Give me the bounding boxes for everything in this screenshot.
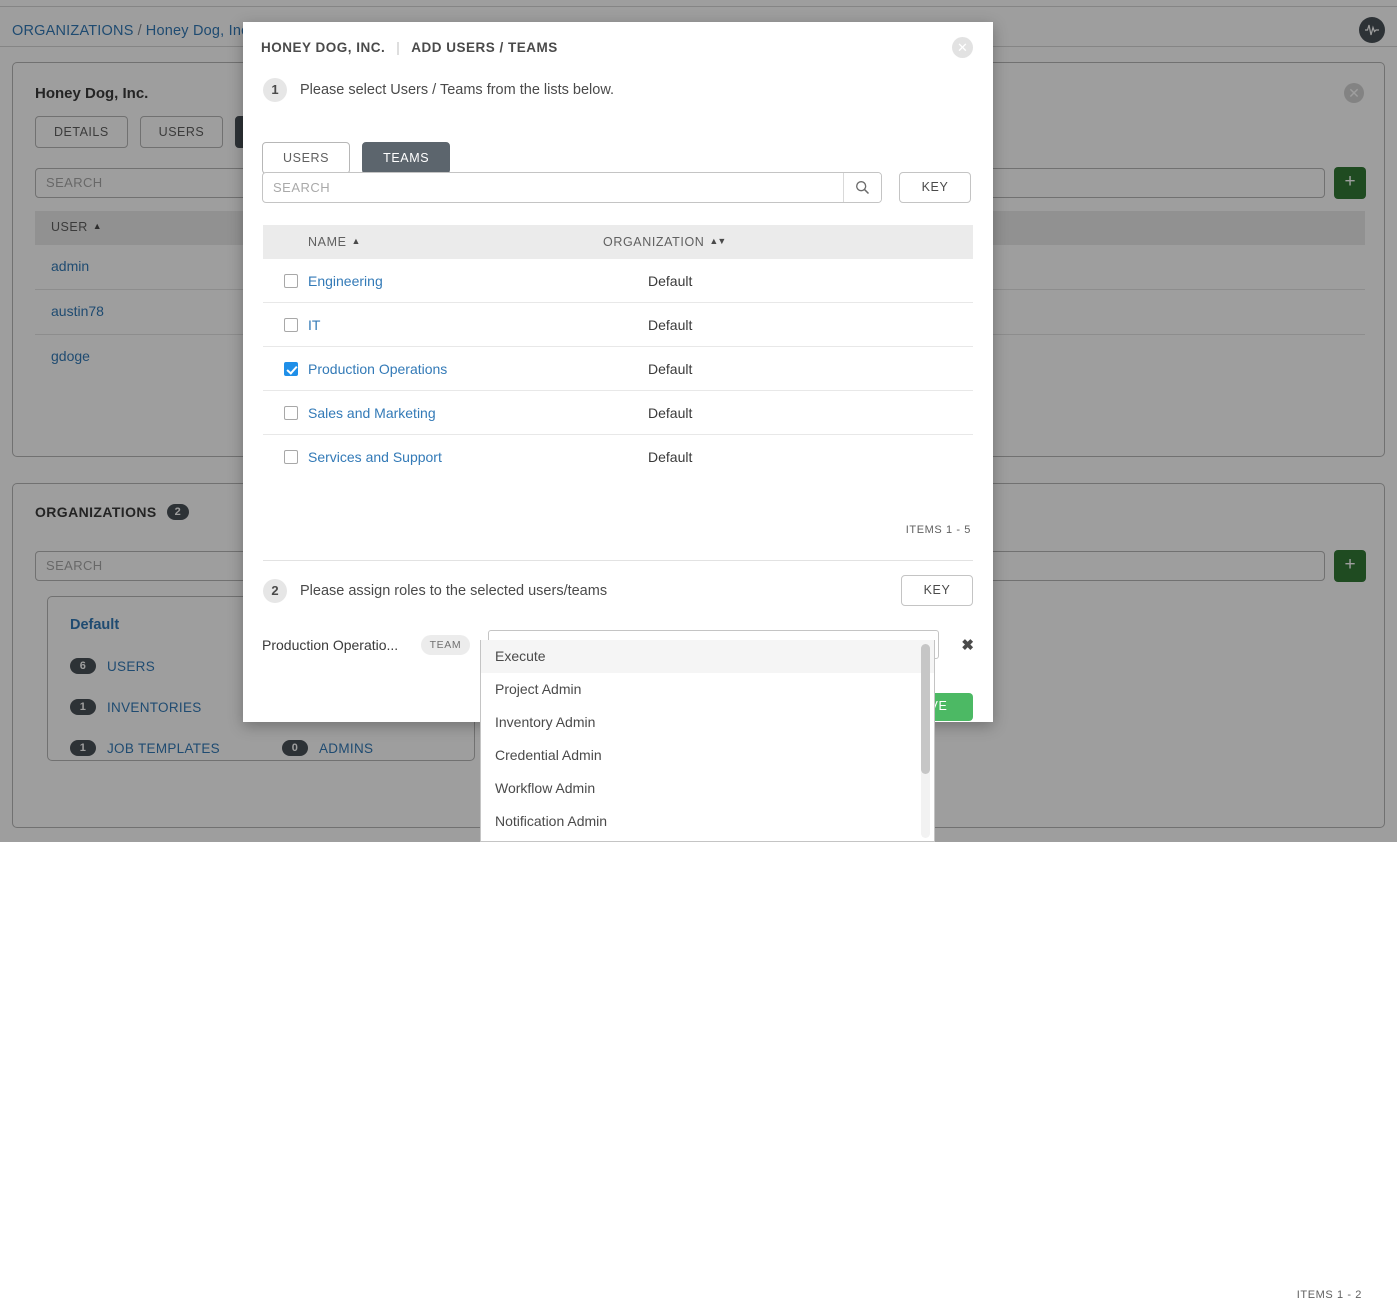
modal-header: HONEY DOG, INC. | ADD USERS / TEAMS ✕ bbox=[243, 22, 993, 74]
toggle-teams[interactable]: TEAMS bbox=[362, 142, 450, 174]
modal-search-row: KEY bbox=[262, 172, 974, 203]
row-checkbox[interactable] bbox=[284, 406, 298, 420]
team-name-link[interactable]: IT bbox=[308, 317, 648, 333]
column-header-name[interactable]: NAME bbox=[308, 235, 347, 249]
teams-table-header: NAME ▲ ORGANIZATION ▲▼ bbox=[263, 225, 973, 259]
column-header-name-wrap: NAME ▲ bbox=[263, 235, 603, 249]
dropdown-scrollbar[interactable] bbox=[921, 644, 930, 838]
team-organization: Default bbox=[648, 317, 692, 333]
row-checkbox-cell[interactable] bbox=[263, 318, 308, 332]
role-entity-name: Production Operatio... bbox=[262, 637, 421, 653]
toggle-users[interactable]: USERS bbox=[262, 142, 350, 174]
modal-search-box[interactable] bbox=[262, 172, 882, 203]
dropdown-option-inventory-admin[interactable]: Inventory Admin bbox=[481, 706, 934, 739]
team-organization: Default bbox=[648, 449, 692, 465]
modal-title-divider: | bbox=[396, 40, 400, 55]
dropdown-option-credential-admin[interactable]: Credential Admin bbox=[481, 739, 934, 772]
search-icon[interactable] bbox=[843, 173, 881, 202]
team-organization: Default bbox=[648, 405, 692, 421]
row-checkbox-cell[interactable] bbox=[263, 406, 308, 420]
row-checkbox-cell[interactable] bbox=[263, 450, 308, 464]
step-2-number: 2 bbox=[263, 579, 287, 603]
table-row[interactable]: Production Operations Default bbox=[263, 347, 973, 391]
modal-title: HONEY DOG, INC. | ADD USERS / TEAMS bbox=[261, 40, 558, 55]
dropdown-option-notification-admin[interactable]: Notification Admin bbox=[481, 805, 934, 838]
column-header-organization-wrap: ORGANIZATION ▲▼ bbox=[603, 235, 725, 249]
row-checkbox[interactable] bbox=[284, 274, 298, 288]
team-name-link[interactable]: Production Operations bbox=[308, 361, 648, 377]
sort-asc-icon: ▲ bbox=[352, 236, 362, 246]
dropdown-option-workflow-admin[interactable]: Workflow Admin bbox=[481, 772, 934, 805]
dropdown-option-project-admin[interactable]: Project Admin bbox=[481, 673, 934, 706]
team-name-link[interactable]: Engineering bbox=[308, 273, 648, 289]
teams-items-count: ITEMS 1 - 5 bbox=[906, 524, 971, 536]
row-checkbox-cell[interactable] bbox=[263, 362, 308, 376]
team-organization: Default bbox=[648, 273, 692, 289]
table-row[interactable]: IT Default bbox=[263, 303, 973, 347]
row-checkbox[interactable] bbox=[284, 450, 298, 464]
add-users-teams-modal: HONEY DOG, INC. | ADD USERS / TEAMS ✕ 1 … bbox=[243, 22, 993, 722]
key-button-roles[interactable]: KEY bbox=[901, 575, 973, 606]
modal-title-org: HONEY DOG, INC. bbox=[261, 40, 385, 55]
row-checkbox-cell[interactable] bbox=[263, 274, 308, 288]
modal-section-divider bbox=[263, 560, 973, 561]
role-entity-type-badge: TEAM bbox=[421, 635, 471, 655]
step-1-text: Please select Users / Teams from the lis… bbox=[300, 82, 614, 98]
modal-title-action: ADD USERS / TEAMS bbox=[411, 40, 558, 55]
key-button[interactable]: KEY bbox=[899, 172, 971, 203]
dropdown-option-execute[interactable]: Execute bbox=[481, 640, 934, 673]
dropdown-scrollbar-thumb[interactable] bbox=[921, 644, 930, 774]
column-header-organization[interactable]: ORGANIZATION bbox=[603, 235, 704, 249]
table-row[interactable]: Engineering Default bbox=[263, 259, 973, 303]
users-teams-toggle: USERS TEAMS bbox=[262, 142, 450, 174]
team-name-link[interactable]: Services and Support bbox=[308, 449, 648, 465]
modal-close-icon[interactable]: ✕ bbox=[952, 37, 973, 58]
step-2-text: Please assign roles to the selected user… bbox=[300, 583, 607, 599]
table-row[interactable]: Sales and Marketing Default bbox=[263, 391, 973, 435]
row-checkbox[interactable] bbox=[284, 318, 298, 332]
step-1: 1 Please select Users / Teams from the l… bbox=[263, 78, 614, 102]
table-row[interactable]: Services and Support Default bbox=[263, 435, 973, 479]
roles-dropdown-list[interactable]: Execute Project Admin Inventory Admin Cr… bbox=[480, 640, 935, 842]
modal-search-input[interactable] bbox=[263, 173, 843, 202]
organizations-items-count: ITEMS 1 - 2 bbox=[1297, 1289, 1362, 1301]
teams-table-body: Engineering Default IT Default Productio… bbox=[263, 259, 973, 479]
step-1-number: 1 bbox=[263, 78, 287, 102]
remove-role-row-icon[interactable]: ✖ bbox=[961, 636, 974, 654]
step-2: 2 Please assign roles to the selected us… bbox=[263, 579, 607, 603]
team-name-link[interactable]: Sales and Marketing bbox=[308, 405, 648, 421]
row-checkbox-checked[interactable] bbox=[284, 362, 298, 376]
team-organization: Default bbox=[648, 361, 692, 377]
sort-both-icon: ▲▼ bbox=[709, 236, 725, 246]
